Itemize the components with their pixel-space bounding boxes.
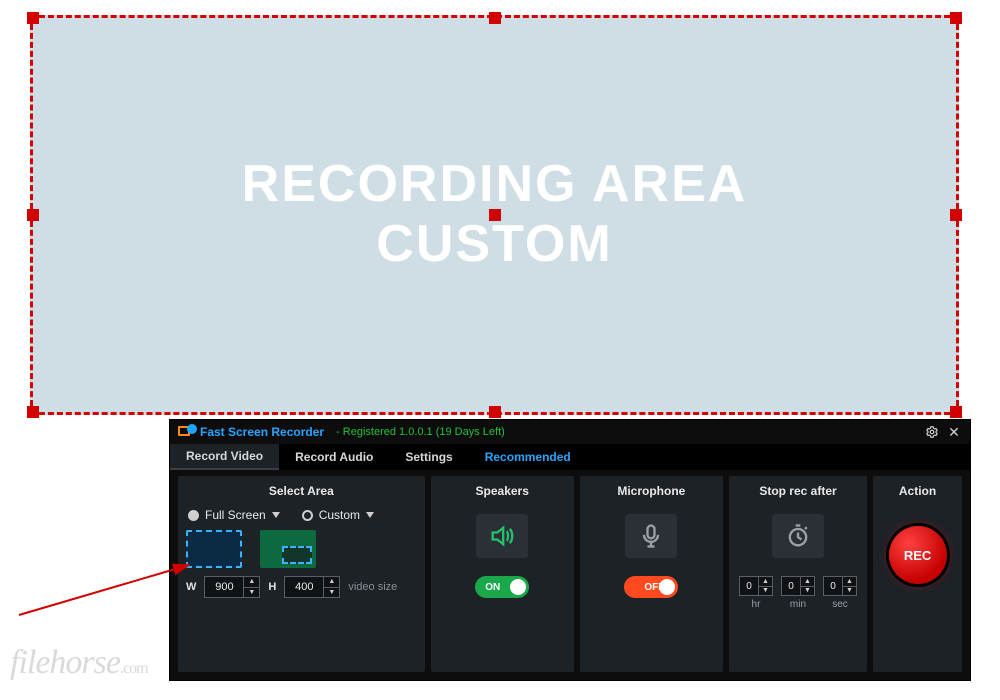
- microphone-icon[interactable]: [625, 514, 677, 558]
- chevron-down-icon[interactable]: [366, 512, 374, 518]
- resize-handle-bottom-mid[interactable]: [489, 406, 501, 418]
- speaker-icon[interactable]: [476, 514, 528, 558]
- microphone-panel: Microphone OFF: [580, 476, 723, 672]
- sec-input[interactable]: [824, 577, 842, 595]
- arrow-up-icon[interactable]: ▲: [801, 577, 814, 587]
- action-header: Action: [899, 482, 936, 504]
- select-area-panel: Select Area Full Screen Custom W: [178, 476, 425, 672]
- microphone-toggle[interactable]: OFF: [624, 576, 678, 598]
- resize-handle-bottom-left[interactable]: [27, 406, 39, 418]
- microphone-header: Microphone: [617, 482, 685, 504]
- tab-bar: Record Video Record Audio Settings Recom…: [170, 444, 970, 470]
- action-panel: Action REC: [873, 476, 962, 672]
- resize-handle-mid-left[interactable]: [27, 209, 39, 221]
- sec-stepper[interactable]: ▲▼: [823, 576, 857, 596]
- min-stepper[interactable]: ▲▼: [781, 576, 815, 596]
- gear-icon[interactable]: [924, 424, 940, 440]
- hr-label: hr: [752, 599, 761, 610]
- resize-handle-top-right[interactable]: [950, 12, 962, 24]
- app-icon: [178, 425, 194, 439]
- resize-handle-mid-right[interactable]: [950, 209, 962, 221]
- record-button[interactable]: REC: [889, 526, 947, 584]
- arrow-down-icon[interactable]: ▼: [759, 587, 772, 596]
- radio-icon: [188, 510, 199, 521]
- app-title: Fast Screen Recorder: [200, 425, 324, 439]
- tab-record-audio[interactable]: Record Audio: [279, 444, 389, 470]
- height-label: H: [268, 581, 276, 593]
- recording-area-overlay[interactable]: RECORDING AREA CUSTOM: [30, 15, 959, 415]
- panel-body: Select Area Full Screen Custom W: [170, 470, 970, 680]
- radio-custom-label: Custom: [319, 508, 360, 522]
- resize-handle-top-mid[interactable]: [489, 12, 501, 24]
- stopwatch-icon[interactable]: [772, 514, 824, 558]
- resize-handle-center[interactable]: [489, 209, 501, 221]
- arrow-down-icon[interactable]: ▼: [324, 588, 339, 598]
- video-size-label: video size: [348, 581, 397, 593]
- height-input[interactable]: [285, 577, 323, 597]
- min-label: min: [790, 599, 806, 610]
- toggle-label: ON: [485, 582, 500, 593]
- speakers-toggle[interactable]: ON: [475, 576, 529, 598]
- sec-label: sec: [832, 599, 848, 610]
- min-input[interactable]: [782, 577, 800, 595]
- chevron-down-icon[interactable]: [272, 512, 280, 518]
- speakers-header: Speakers: [476, 482, 529, 504]
- height-stepper[interactable]: ▲▼: [284, 576, 340, 598]
- arrow-down-icon[interactable]: ▼: [801, 587, 814, 596]
- tab-record-video[interactable]: Record Video: [170, 444, 279, 470]
- registration-status: - Registered 1.0.0.1 (19 Days Left): [336, 426, 505, 438]
- select-area-header: Select Area: [184, 482, 419, 504]
- stop-after-panel: Stop rec after ▲▼ hr ▲▼ min: [729, 476, 867, 672]
- resize-handle-top-left[interactable]: [27, 12, 39, 24]
- speakers-panel: Speakers ON: [431, 476, 574, 672]
- close-icon[interactable]: ✕: [946, 424, 962, 440]
- arrow-down-icon[interactable]: ▼: [843, 587, 856, 596]
- watermark: filehorse.com: [10, 644, 148, 682]
- width-label: W: [186, 581, 196, 593]
- width-input[interactable]: [205, 577, 243, 597]
- app-window: Fast Screen Recorder - Registered 1.0.0.…: [170, 420, 970, 680]
- arrow-up-icon[interactable]: ▲: [759, 577, 772, 587]
- title-bar: Fast Screen Recorder - Registered 1.0.0.…: [170, 420, 970, 444]
- hr-stepper[interactable]: ▲▼: [739, 576, 773, 596]
- radio-full-screen-label: Full Screen: [205, 508, 266, 522]
- radio-custom[interactable]: Custom: [300, 504, 376, 526]
- arrow-down-icon[interactable]: ▼: [244, 588, 259, 598]
- arrow-up-icon[interactable]: ▲: [324, 577, 339, 588]
- arrow-up-icon[interactable]: ▲: [244, 577, 259, 588]
- watermark-tld: .com: [120, 660, 148, 677]
- tab-recommended[interactable]: Recommended: [469, 444, 587, 470]
- thumb-full-screen[interactable]: [186, 530, 242, 568]
- thumb-custom[interactable]: [260, 530, 316, 568]
- resize-handle-bottom-right[interactable]: [950, 406, 962, 418]
- hr-input[interactable]: [740, 577, 758, 595]
- tab-settings[interactable]: Settings: [389, 444, 468, 470]
- watermark-brand: filehorse: [10, 644, 120, 681]
- width-stepper[interactable]: ▲▼: [204, 576, 260, 598]
- radio-icon: [302, 510, 313, 521]
- arrow-up-icon[interactable]: ▲: [843, 577, 856, 587]
- stop-after-header: Stop rec after: [759, 482, 836, 504]
- record-button-label: REC: [904, 548, 931, 563]
- radio-full-screen[interactable]: Full Screen: [186, 504, 282, 526]
